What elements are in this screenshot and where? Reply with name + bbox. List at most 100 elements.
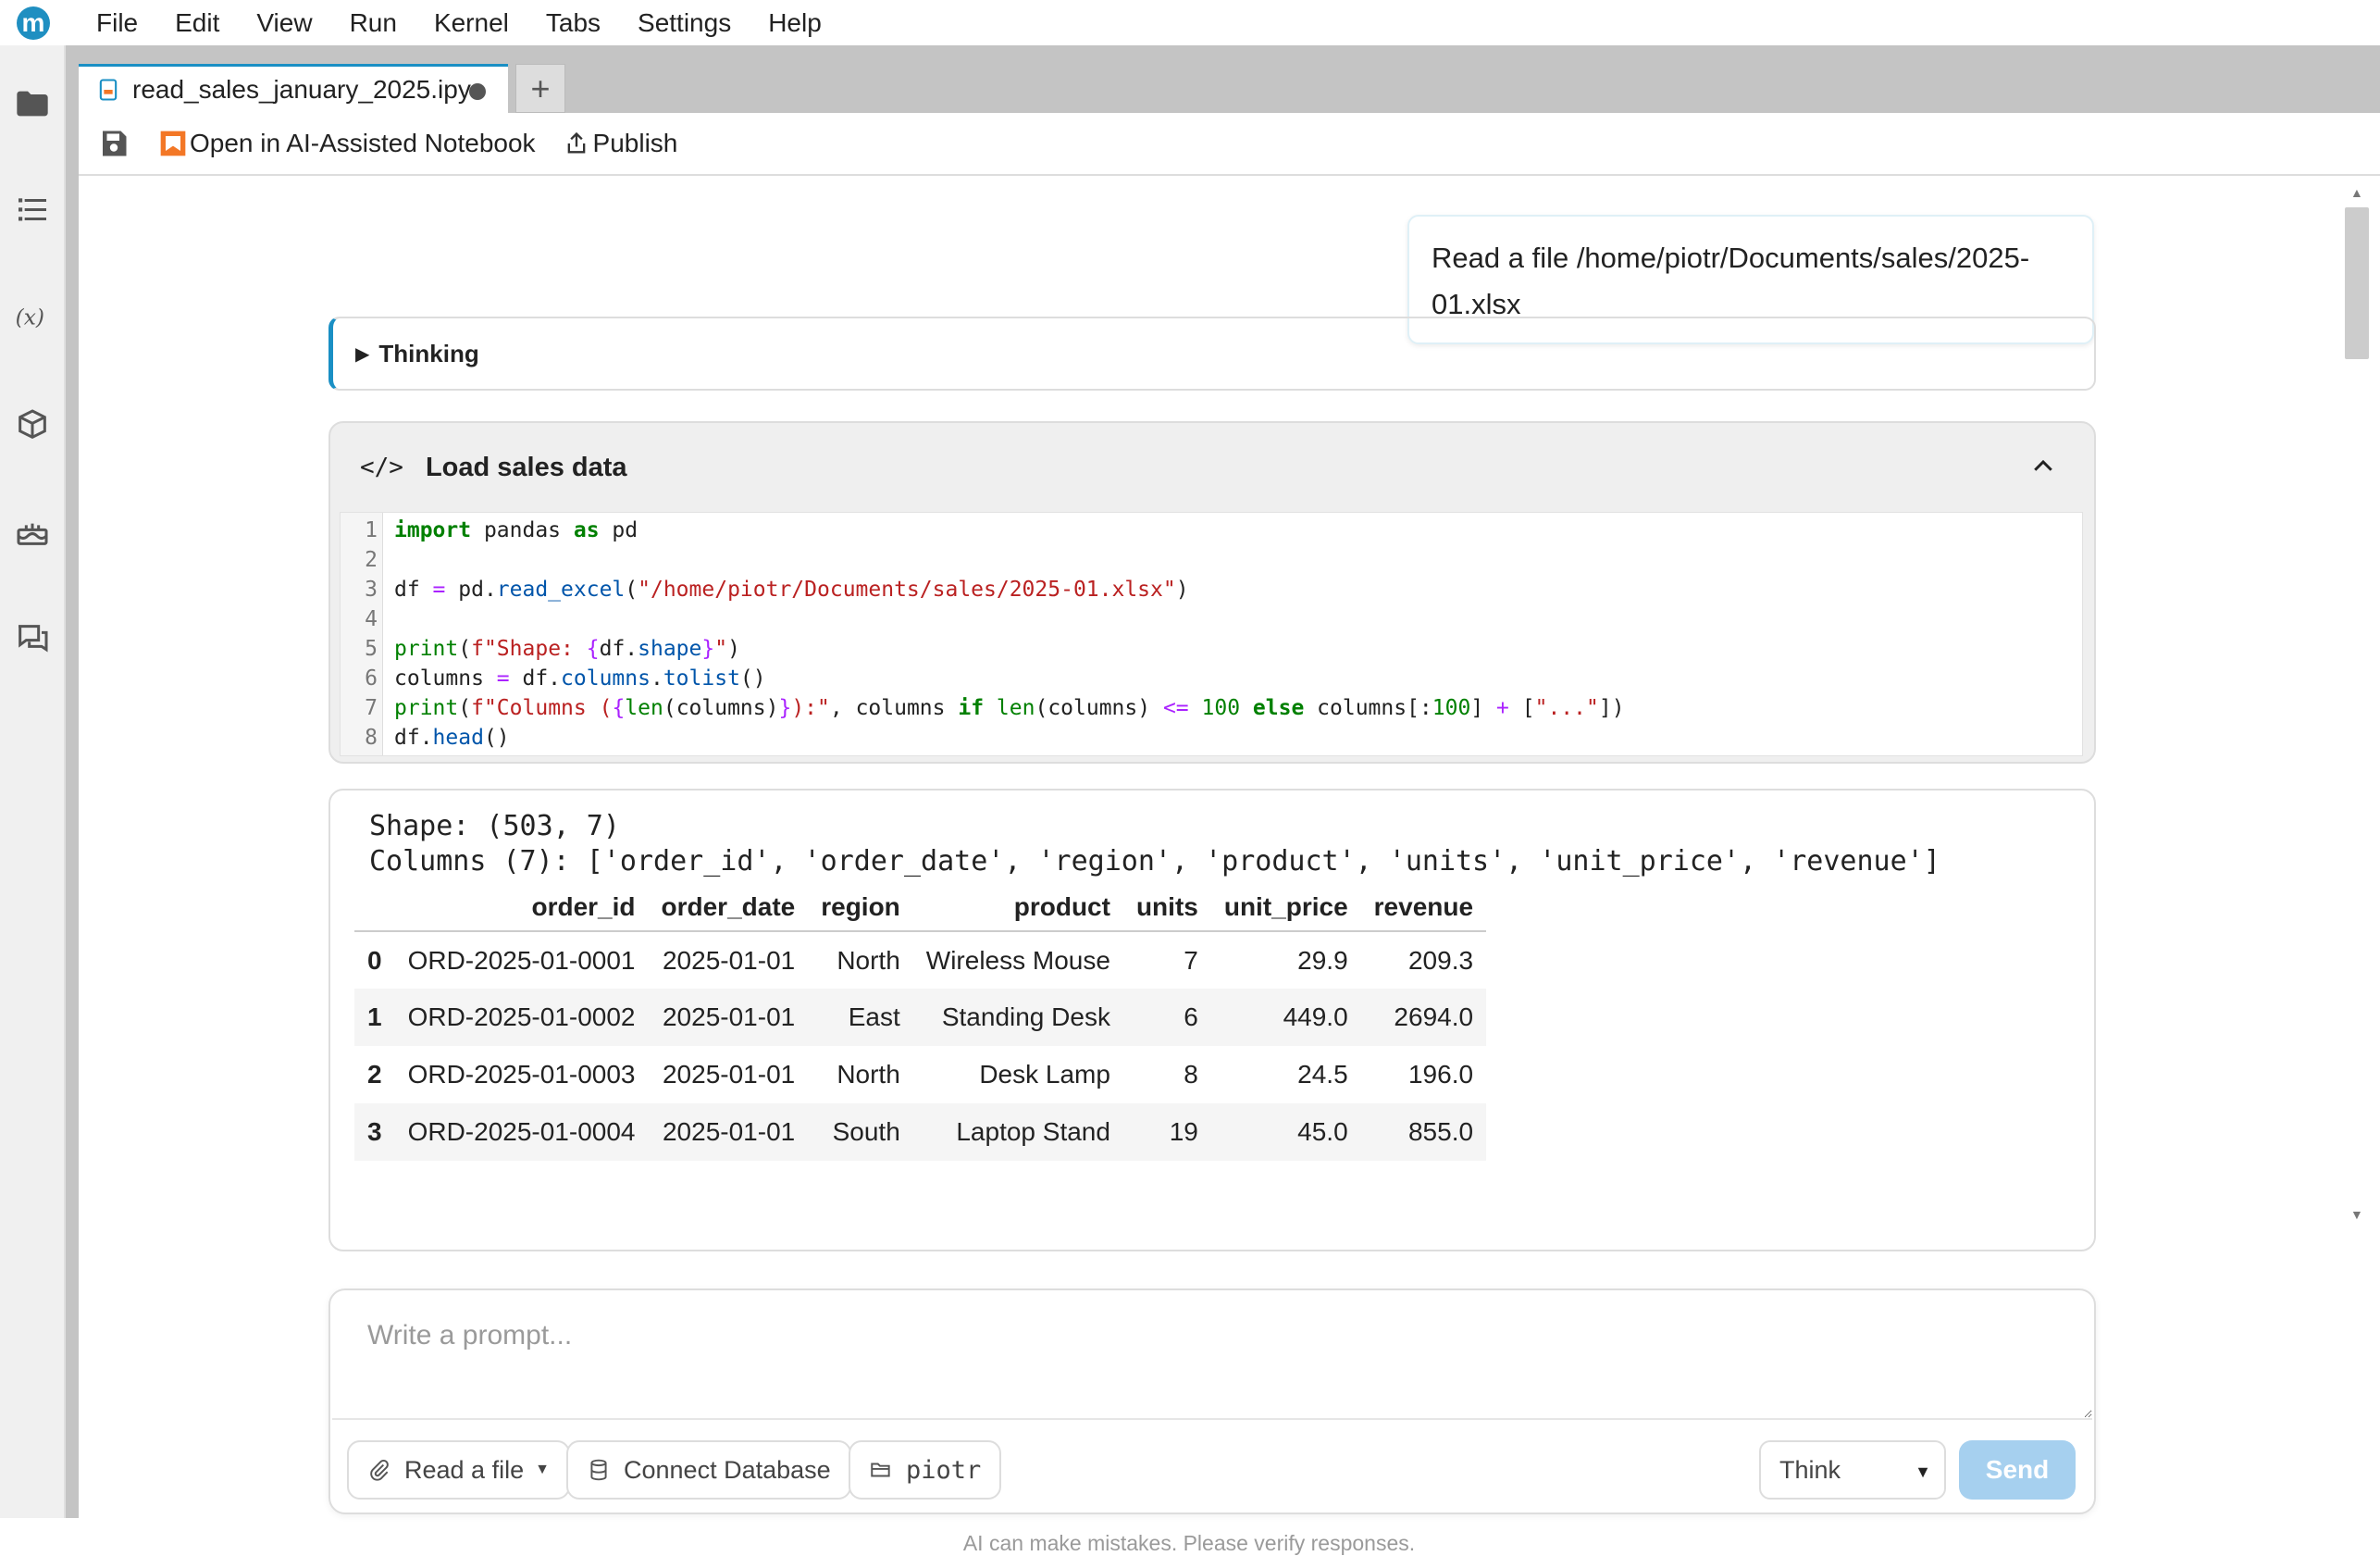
table-cell: East	[808, 989, 913, 1046]
send-button[interactable]: Send	[1959, 1440, 2076, 1500]
unsaved-dot-icon[interactable]	[469, 83, 486, 100]
read-file-button[interactable]: Read a file ▼	[347, 1440, 570, 1500]
code-editor[interactable]: 1 2 3 4 5 6 7 8 import pandas as pd df =…	[340, 512, 2083, 756]
package-icon[interactable]	[9, 402, 56, 448]
menu-file[interactable]: File	[78, 8, 156, 38]
menu-tabs[interactable]: Tabs	[527, 8, 619, 38]
scroll-down-icon[interactable]: ▼	[2350, 1207, 2363, 1222]
table-cell: 3	[354, 1103, 395, 1161]
table-row: 0 ORD-2025-01-0001 2025-01-01 North Wire…	[354, 931, 1486, 989]
code-cell-header[interactable]: </> Load sales data	[330, 423, 2094, 512]
output-text: Shape: (503, 7) Columns (7): ['order_id',…	[369, 809, 1940, 879]
menu-edit[interactable]: Edit	[156, 8, 238, 38]
table-cell: 19	[1122, 1103, 1211, 1161]
code-line: columns = df.columns.tolist()	[394, 666, 766, 691]
code-line: import pandas as pd	[394, 518, 638, 542]
tab-label: read_sales_january_2025.ipy	[132, 75, 471, 104]
folder-button[interactable]: piotr	[849, 1440, 1002, 1500]
code-tag-icon: </>	[360, 454, 403, 481]
line-number: 6	[365, 666, 378, 691]
connect-database-button[interactable]: Connect Database	[566, 1440, 851, 1500]
folder-label: piotr	[906, 1455, 982, 1485]
code-cell-title: Load sales data	[425, 452, 627, 482]
folder-open-icon	[871, 1463, 890, 1477]
mode-select-value: Think	[1779, 1455, 1841, 1484]
table-cell: Standing Desk	[912, 989, 1123, 1046]
left-activity-bar: (x)	[0, 45, 66, 1518]
chat-content: ▲ ▼ Read a file /home/piotr/Documents/sa…	[79, 178, 2380, 1555]
prompt-box: Read a file ▼ Connect Database piotr Thi…	[328, 1288, 2096, 1514]
shape-line: Shape: (503, 7)	[369, 810, 620, 842]
table-cell: ORD-2025-01-0001	[407, 945, 636, 975]
columns-line: Columns (7): ['order_id', 'order_date', …	[369, 845, 1940, 878]
notebook-toolbar: Open in AI-Assisted Notebook Publish	[79, 113, 2380, 176]
table-cell: 45.0	[1210, 1103, 1361, 1161]
code-line: print(f"Shape: {df.shape}")	[394, 637, 740, 661]
chat-icon[interactable]	[9, 616, 56, 662]
dataframe-table: order_id order_date region product units…	[354, 883, 1487, 1161]
column-header	[354, 883, 395, 932]
mode-select[interactable]: Think ▼	[1759, 1440, 1946, 1500]
menu-view[interactable]: View	[238, 8, 330, 38]
scroll-thumb[interactable]	[2345, 207, 2369, 359]
code-line: df = pd.read_excel("/home/piotr/Document…	[394, 578, 1189, 602]
scroll-up-icon[interactable]: ▲	[2350, 185, 2363, 200]
column-header: revenue	[1360, 883, 1487, 932]
tab-bar: read_sales_january_2025.ipy +	[66, 45, 2380, 113]
table-row: 2 ORD-2025-01-0003 2025-01-01 North Desk…	[354, 1046, 1486, 1103]
table-cell: 29.9	[1297, 945, 1348, 975]
table-cell: 449.0	[1210, 989, 1361, 1046]
line-number: 4	[365, 607, 378, 631]
share-icon	[567, 131, 585, 154]
publish-button[interactable]: Publish	[564, 129, 678, 158]
prompt-input[interactable]	[332, 1292, 2092, 1420]
publish-label: Publish	[592, 129, 678, 157]
cake-icon[interactable]	[9, 508, 56, 554]
table-cell: Desk Lamp	[979, 1060, 1110, 1089]
thinking-label: Thinking	[378, 339, 479, 367]
table-row: 3 ORD-2025-01-0004 2025-01-01 South Lapt…	[354, 1103, 1487, 1161]
line-number: 3	[365, 578, 378, 602]
menu-help[interactable]: Help	[750, 8, 840, 38]
vertical-scrollbar[interactable]: ▲ ▼	[2345, 185, 2369, 1222]
folder-icon[interactable]	[9, 81, 56, 127]
column-header: unit_price	[1210, 883, 1361, 932]
table-cell: Laptop Stand	[912, 1103, 1123, 1161]
table-cell: 1	[354, 989, 395, 1046]
app-logo: m	[17, 6, 50, 40]
line-number: 5	[365, 637, 378, 661]
open-ai-notebook-button[interactable]: Open in AI-Assisted Notebook	[158, 129, 536, 158]
tab-notebook[interactable]: read_sales_january_2025.ipy	[79, 64, 508, 113]
save-icon[interactable]	[97, 127, 130, 160]
code-line: df.head()	[394, 726, 510, 750]
caret-down-icon: ▼	[535, 1462, 550, 1477]
menu-run[interactable]: Run	[331, 8, 415, 38]
new-tab-button[interactable]: +	[515, 64, 565, 113]
menu-kernel[interactable]: Kernel	[415, 8, 527, 38]
table-cell: North	[837, 945, 900, 975]
line-number: 7	[365, 696, 378, 720]
chevron-up-icon[interactable]	[2029, 453, 2057, 480]
notebook-icon	[99, 79, 118, 101]
disclaimer-text: AI can make mistakes. Please verify resp…	[962, 1531, 1416, 1555]
table-cell: 6	[1122, 989, 1211, 1046]
table-cell: North	[837, 1060, 900, 1089]
table-cell: South	[808, 1103, 913, 1161]
thinking-toggle[interactable]: ▶ Thinking	[328, 317, 2096, 391]
line-gutter: 1 2 3 4 5 6 7 8	[341, 513, 383, 755]
code-cell: </> Load sales data 1 2 3 4 5 6 7 8 impo…	[328, 421, 2096, 764]
table-cell: 209.3	[1407, 945, 1474, 975]
list-icon[interactable]	[9, 186, 56, 232]
table-cell: 7	[1184, 945, 1198, 975]
table-cell: 2025-01-01	[648, 989, 809, 1046]
column-header: product	[912, 883, 1123, 932]
column-header: units	[1122, 883, 1211, 932]
output-cell: Shape: (503, 7) Columns (7): ['order_id',…	[328, 789, 2096, 1251]
menu-settings[interactable]: Settings	[619, 8, 750, 38]
column-header: region	[808, 883, 913, 932]
table-cell: 2694.0	[1360, 989, 1487, 1046]
triangle-right-icon: ▶	[355, 343, 370, 365]
variables-icon[interactable]: (x)	[9, 293, 56, 340]
table-cell: 855.0	[1360, 1103, 1487, 1161]
table-cell: 8	[1184, 1060, 1198, 1089]
